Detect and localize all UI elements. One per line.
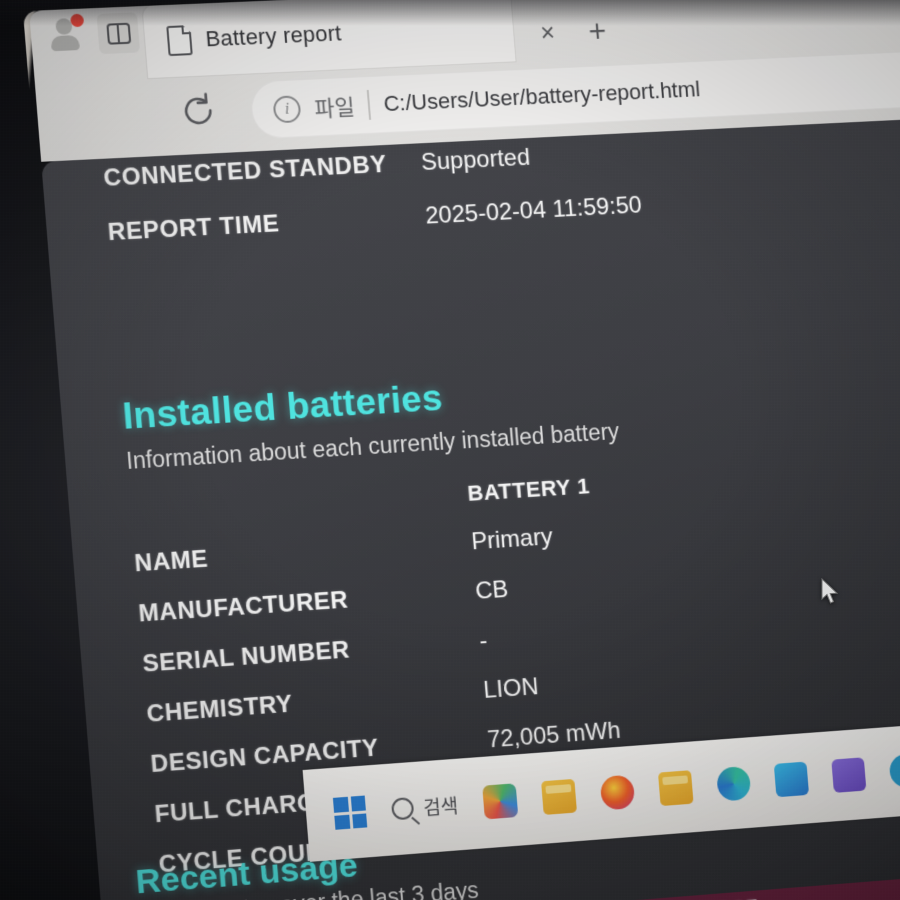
summary-key: REPORT TIME — [106, 210, 281, 247]
avatar-body — [50, 34, 81, 52]
row-value: - — [478, 627, 489, 655]
screen-photograph: Battery report × + i 파일 C:/Users/User/ba… — [0, 0, 900, 900]
row-key: NAME — [133, 545, 210, 578]
row-key: SERIAL NUMBER — [141, 636, 351, 678]
folder-icon[interactable] — [657, 770, 694, 807]
search-icon — [390, 796, 415, 821]
document-file-icon — [166, 25, 193, 56]
row-key: CHEMISTRY — [145, 690, 294, 728]
store-icon[interactable] — [773, 761, 810, 798]
start-button[interactable] — [332, 795, 368, 830]
column-header-percent — [810, 885, 900, 900]
start-tile — [350, 795, 366, 812]
reload-icon[interactable] — [173, 87, 223, 135]
mouse-pointer — [820, 577, 840, 606]
start-tile — [332, 796, 349, 813]
column-header-source: SOURCE — [675, 892, 813, 900]
split-screen-icon[interactable] — [96, 12, 141, 55]
edge-icon[interactable] — [715, 765, 752, 802]
row-value: CB — [474, 575, 510, 605]
start-tile — [334, 814, 350, 830]
start-tile — [351, 812, 368, 829]
battery-column-header: BATTERY 1 — [466, 473, 591, 506]
summary-value: 2025-02-04 11:59:50 — [424, 191, 643, 230]
teal-app-icon[interactable] — [888, 753, 900, 789]
info-circle-icon[interactable]: i — [272, 94, 302, 123]
address-url-text[interactable]: C:/Users/User/battery-report.html — [383, 77, 701, 118]
file-corner-fold — [181, 25, 192, 35]
row-value: Primary — [470, 523, 554, 556]
installed-batteries-section: Installed batteries Information about ea… — [121, 345, 900, 475]
new-tab-button[interactable]: + — [576, 11, 618, 52]
purple-app-icon[interactable] — [831, 757, 867, 793]
split-screen-glyph — [105, 22, 131, 45]
taskbar-search[interactable]: 검색 — [390, 791, 459, 823]
row-value: LION — [482, 673, 540, 704]
search-label: 검색 — [422, 796, 459, 820]
profile-avatar-icon[interactable] — [44, 13, 86, 56]
laptop-screen: Battery report × + i 파일 C:/Users/User/ba… — [0, 0, 900, 900]
close-icon[interactable]: × — [530, 16, 566, 51]
summary-value: Supported — [420, 143, 532, 177]
file-explorer-icon[interactable] — [541, 778, 577, 815]
firefox-icon[interactable] — [599, 774, 636, 811]
address-separator — [367, 89, 372, 120]
photos-icon[interactable] — [482, 783, 519, 820]
address-scheme-label: 파일 — [313, 94, 356, 122]
row-key: MANUFACTURER — [137, 586, 350, 628]
tab-title: Battery report — [204, 20, 343, 52]
notification-badge-icon — [70, 13, 85, 28]
summary-key: CONNECTED STANDBY — [102, 150, 388, 192]
